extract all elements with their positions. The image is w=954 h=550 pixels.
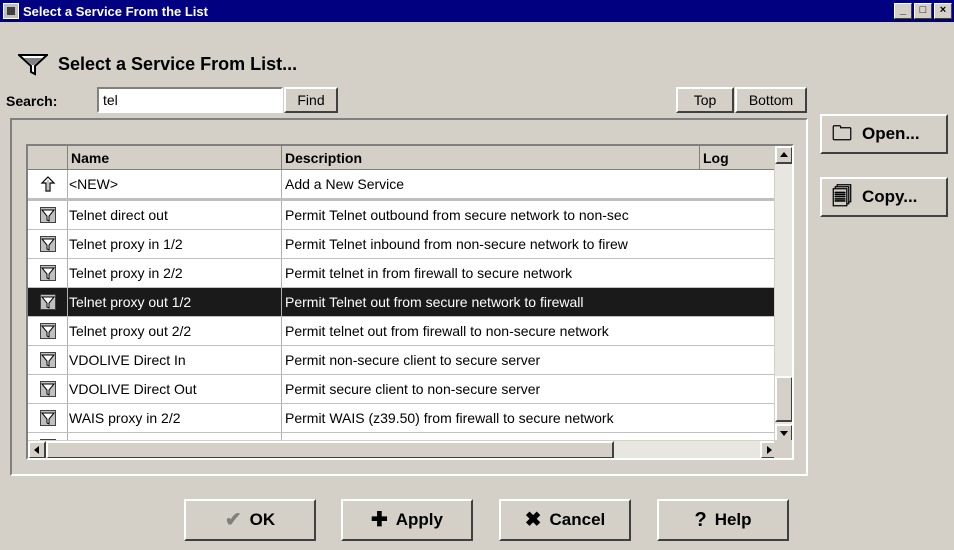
checkmark-icon: ✔ <box>224 509 242 531</box>
cell-description: Add a New Service <box>282 170 778 198</box>
dialog-heading: Select a Service From List... <box>58 53 298 74</box>
header-description[interactable]: Description <box>282 146 700 170</box>
cell-description: Permit non-secure client to secure serve… <box>282 346 778 374</box>
scroll-up-button[interactable] <box>775 146 792 164</box>
cell-description: Permit Telnet out from secure network to… <box>282 288 778 316</box>
search-label: Search: <box>6 93 58 109</box>
window-titlebar[interactable]: Select a Service From the List _ □ × <box>0 0 954 22</box>
bottom-button[interactable]: Bottom <box>735 87 807 113</box>
cell-name: VDOLIVE Direct In <box>68 346 282 374</box>
table-row[interactable]: VDOLIVE Direct Out Permit secure client t… <box>28 375 778 404</box>
service-funnel-icon <box>39 207 56 223</box>
header-log[interactable]: Log <box>700 146 778 170</box>
apply-button[interactable]: ✚ Apply <box>341 499 473 541</box>
service-funnel-icon <box>39 352 56 368</box>
cell-name: Telnet proxy out 2/2 <box>68 317 282 345</box>
maximize-button[interactable]: □ <box>914 3 932 19</box>
search-input[interactable] <box>97 87 283 113</box>
cell-name: Telnet proxy in 2/2 <box>68 259 282 287</box>
table-header: Name Description Log <box>28 146 778 170</box>
dialog-header: Select a Service From List... <box>18 52 297 76</box>
service-table: Name Description Log <NEW> Add a New Ser… <box>26 144 794 460</box>
x-mark-icon: ✖ <box>524 509 542 531</box>
cell-name: WAIS proxy in 2/2 <box>68 404 282 432</box>
table-row[interactable]: VDOLIVE Direct In Permit non-secure clien… <box>28 346 778 375</box>
cell-name: <NEW> <box>68 170 282 198</box>
horizontal-scroll-thumb[interactable] <box>46 441 614 458</box>
cell-description: Permit secure client to non-secure serve… <box>282 375 778 403</box>
copy-button[interactable]: 🗐 Copy... <box>820 177 948 217</box>
horizontal-scrollbar[interactable] <box>28 440 778 458</box>
vertical-scrollbar[interactable] <box>774 146 792 442</box>
cell-description: Permit WAIS (z39.50) from firewall to se… <box>282 404 778 432</box>
top-button[interactable]: Top <box>676 87 734 113</box>
table-body: <NEW> Add a New Service Telnet direct ou… <box>28 170 778 442</box>
table-row[interactable]: WAIS proxy in 2/2 Permit WAIS (z39.50) fr… <box>28 404 778 433</box>
close-button[interactable]: × <box>934 3 952 19</box>
cell-name: Telnet proxy in 1/2 <box>68 230 282 258</box>
cancel-button[interactable]: ✖ Cancel <box>499 499 631 541</box>
open-icon: 🗀 <box>832 123 852 145</box>
cell-name: VDOLIVE Direct Out <box>68 375 282 403</box>
funnel-icon <box>18 54 48 76</box>
table-row[interactable]: Telnet direct out Permit Telnet outbound … <box>28 201 778 230</box>
help-button[interactable]: ? Help <box>657 499 789 541</box>
service-funnel-icon <box>39 294 56 310</box>
cell-name: Telnet proxy out 1/2 <box>68 288 282 316</box>
new-service-icon <box>40 176 55 192</box>
table-row[interactable]: Telnet proxy out 1/2 Permit Telnet out fr… <box>28 288 778 317</box>
header-icon-column <box>28 146 68 170</box>
find-button[interactable]: Find <box>284 87 338 113</box>
service-funnel-icon <box>39 265 56 281</box>
cell-description: Permit telnet out from firewall to non-s… <box>282 317 778 345</box>
cell-description: Permit telnet in from firewall to secure… <box>282 259 778 287</box>
service-funnel-icon <box>39 410 56 426</box>
service-list-panel: Name Description Log <NEW> Add a New Ser… <box>10 118 808 476</box>
table-row[interactable]: Telnet proxy out 2/2 Permit telnet out fr… <box>28 317 778 346</box>
header-name[interactable]: Name <box>68 146 282 170</box>
service-funnel-icon <box>39 236 56 252</box>
scroll-left-button[interactable] <box>28 441 46 458</box>
cell-description: Permit Telnet inbound from non-secure ne… <box>282 230 778 258</box>
app-icon <box>3 3 19 19</box>
minimize-button[interactable]: _ <box>894 3 912 19</box>
copy-icon: 🗐 <box>832 186 852 208</box>
question-mark-icon: ? <box>694 509 707 531</box>
plus-icon: ✚ <box>371 509 388 531</box>
service-funnel-icon <box>39 381 56 397</box>
open-button[interactable]: 🗀 Open... <box>820 114 948 154</box>
vertical-scroll-thumb[interactable] <box>775 376 792 422</box>
table-row[interactable]: Telnet proxy in 1/2 Permit Telnet inbound… <box>28 230 778 259</box>
ok-button[interactable]: ✔ OK <box>184 499 316 541</box>
scroll-corner <box>774 440 792 458</box>
table-row-new[interactable]: <NEW> Add a New Service <box>28 170 778 201</box>
cell-name: Telnet direct out <box>68 201 282 229</box>
service-funnel-icon <box>39 323 56 339</box>
window-title: Select a Service From the List <box>23 3 208 19</box>
table-row[interactable]: Telnet proxy in 2/2 Permit telnet in from… <box>28 259 778 288</box>
cell-description: Permit Telnet outbound from secure netwo… <box>282 201 778 229</box>
